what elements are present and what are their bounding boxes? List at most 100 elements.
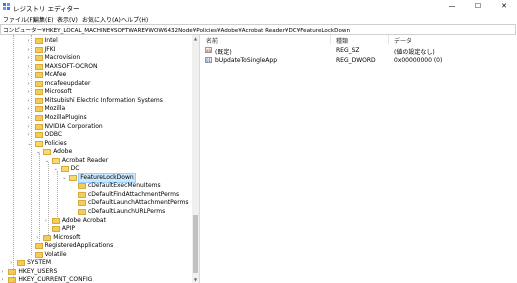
tree-item-label: SYSTEM — [27, 259, 52, 267]
tree-item-label: DC — [70, 165, 80, 173]
folder-icon — [51, 157, 60, 164]
tree-item-label: ODBC — [44, 131, 63, 139]
window-title: レジストリ エディター — [13, 5, 80, 13]
folder-icon — [34, 55, 43, 62]
menu-file[interactable]: ファイル(F) — [3, 15, 35, 24]
tree-item[interactable]: › mcafeeupdater — [0, 80, 190, 88]
tree-item-label: Intel — [44, 37, 58, 44]
folder-icon — [34, 114, 43, 121]
tree-item[interactable]: Volatile — [0, 251, 190, 259]
tree-item-label: Mitsubishi Electric Information Systems — [44, 96, 163, 104]
folder-icon — [78, 209, 86, 215]
menu-edit[interactable]: 編集(E) — [33, 15, 53, 24]
string-value-icon: ab — [205, 47, 212, 53]
menu-help[interactable]: ヘルプ(H) — [121, 15, 148, 24]
tree-item[interactable]: › NVIDIA Corporation — [0, 123, 190, 131]
column-divider[interactable] — [330, 35, 331, 44]
tree-item[interactable]: cDefaultExecMenuItems — [0, 182, 190, 190]
menu-favorites[interactable]: お気に入り(A) — [82, 15, 121, 24]
tree-item[interactable]: › McAfee — [0, 71, 190, 79]
value-data: 0x00000000 (0) — [394, 57, 443, 64]
tree-item[interactable]: › Intel — [0, 37, 190, 45]
tree-item[interactable]: › Mozilla — [0, 105, 190, 113]
collapsed-chevron-icon[interactable]: › — [1, 269, 7, 275]
folder-icon — [34, 140, 43, 147]
folder-icon — [51, 226, 60, 233]
menu-view[interactable]: 表示(V) — [57, 15, 78, 24]
tree-item[interactable]: ⌄ Acrobat Reader — [0, 157, 190, 165]
value-row[interactable]: ab (既定) REG_SZ (値の設定なし) — [202, 46, 517, 56]
tree-item[interactable]: › MAXSOFT-OCRON — [0, 63, 190, 71]
tree-item[interactable]: › JFKI — [0, 46, 190, 54]
folder-icon — [34, 97, 43, 104]
tree-item[interactable]: cDefaultFindAttachmentPerms — [0, 191, 190, 199]
tree-item[interactable]: › Mitsubishi Electric Information Systems — [0, 97, 190, 105]
tree-item-label: cDefaultFindAttachmentPerms — [88, 190, 180, 198]
column-header-name[interactable]: 名前 — [206, 36, 218, 45]
tree-item[interactable]: › Microsoft — [0, 234, 190, 242]
tree-item-label: mcafeeupdater — [44, 79, 91, 87]
folder-icon — [78, 183, 86, 190]
value-row[interactable]: 01 bUpdateToSingleApp REG_DWORD 0x000000… — [202, 56, 517, 65]
tree-guide-line — [13, 35, 15, 283]
tree-item[interactable]: ⌄ Adobe — [0, 148, 190, 156]
column-header-data[interactable]: データ — [394, 36, 412, 45]
tree-item-label: HKEY_USERS — [18, 267, 58, 275]
tree-item[interactable]: cDefaultLaunchURLPerms — [0, 208, 190, 216]
folder-icon — [34, 46, 43, 53]
value-type: REG_SZ — [336, 47, 360, 54]
tree-item[interactable]: › HKEY_CURRENT_CONFIG — [0, 276, 190, 283]
tree-item[interactable]: APIP — [0, 225, 190, 233]
column-divider[interactable] — [388, 35, 389, 44]
tree-item[interactable]: › HKEY_USERS — [0, 268, 190, 276]
folder-icon — [69, 174, 78, 181]
folder-icon — [34, 106, 43, 113]
value-name: (既定) — [215, 49, 232, 56]
tree-item-label: FeatureLockDown — [78, 172, 136, 183]
tree-item-label: RegisteredApplications — [44, 242, 114, 250]
tree-item[interactable]: › Microsoft — [0, 88, 190, 96]
tree-guide-line — [39, 153, 41, 241]
tree-item-label: APIP — [61, 225, 76, 233]
folder-icon — [34, 80, 43, 87]
column-header-type[interactable]: 種類 — [336, 36, 348, 45]
tree-item[interactable]: ⌄ Policies — [0, 140, 190, 148]
tree-item[interactable]: ⌄ FeatureLockDown — [0, 172, 190, 183]
tree-item-label: Adobe Acrobat — [61, 216, 106, 224]
close-button[interactable]: ✕ — [491, 0, 517, 13]
tree-item[interactable]: › Macrovision — [0, 54, 190, 62]
folder-icon — [17, 260, 26, 267]
tree-item-label: Microsoft — [44, 88, 72, 96]
address-bar[interactable]: コンピューター¥HKEY_LOCAL_MACHINE¥SOFTWARE¥WOW6… — [0, 24, 516, 35]
value-list: 名前 種類 データ ab (既定) REG_SZ (値の設定なし) 01 bUp… — [202, 35, 517, 283]
tree-item-label: Macrovision — [44, 54, 81, 62]
value-type: REG_DWORD — [336, 57, 376, 64]
tree-item[interactable]: › MozillaPlugins — [0, 114, 190, 122]
dword-value-icon: 01 — [205, 57, 212, 63]
tree-item[interactable]: › ODBC — [0, 131, 190, 139]
folder-icon — [34, 72, 43, 79]
expanded-chevron-icon[interactable]: ⌄ — [62, 175, 68, 181]
folder-icon — [34, 251, 43, 258]
scroll-down-icon[interactable]: ▼ — [192, 276, 199, 283]
tree-item-label: Policies — [44, 139, 67, 147]
scroll-up-icon[interactable]: ▲ — [192, 35, 199, 42]
value-name: bUpdateToSingleApp — [215, 57, 278, 64]
scroll-thumb[interactable] — [193, 215, 198, 273]
folder-icon — [78, 191, 86, 198]
tree-item[interactable]: › SYSTEM — [0, 259, 190, 267]
tree-item[interactable]: ⌄ DC — [0, 165, 190, 173]
tree-item-label: Mozilla — [44, 105, 66, 113]
tree-item-label: NVIDIA Corporation — [44, 122, 103, 130]
address-path[interactable]: コンピューター¥HKEY_LOCAL_MACHINE¥SOFTWARE¥WOW6… — [3, 26, 350, 34]
tree-item-label: Volatile — [44, 250, 67, 258]
tree-item[interactable]: cDefaultLaunchAttachmentPerms — [0, 199, 190, 207]
tree-item-label: cDefaultLaunchURLPerms — [88, 208, 166, 215]
tree-scrollbar[interactable]: ▲ ▼ — [192, 35, 199, 283]
tree-item-label: MozillaPlugins — [44, 113, 87, 121]
tree-item[interactable]: › Adobe Acrobat — [0, 217, 190, 225]
minimize-button[interactable]: — — [439, 0, 465, 13]
collapsed-chevron-icon[interactable]: › — [1, 277, 7, 283]
maximize-button[interactable]: ☐ — [465, 0, 491, 13]
tree-item[interactable]: RegisteredApplications — [0, 242, 190, 250]
